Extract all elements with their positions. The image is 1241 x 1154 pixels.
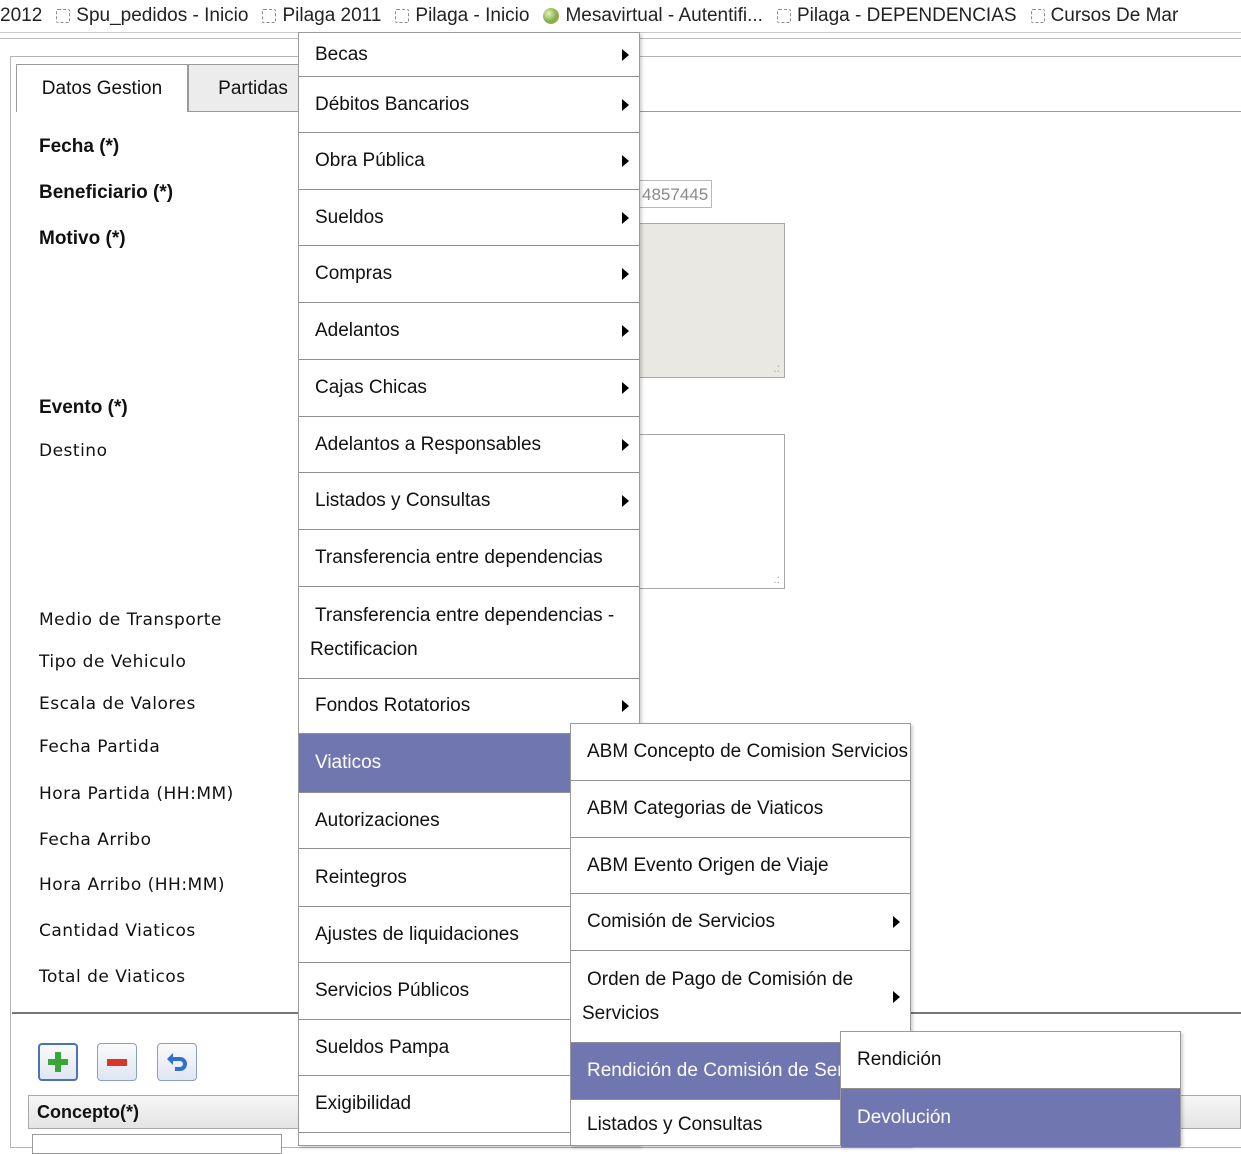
remove-button[interactable]	[97, 1043, 137, 1081]
label-fecha-arribo: Fecha Arribo	[39, 830, 152, 850]
menu-item-rendicion[interactable]: Rendición	[841, 1032, 1180, 1089]
menu-item-abm-categorias[interactable]: ABM Categorias de Viaticos	[571, 781, 910, 838]
menu-item-devolucion[interactable]: Devolución	[841, 1089, 1180, 1147]
menu-item-abm-concepto[interactable]: ABM Concepto de Comision Servicios	[571, 724, 910, 781]
minus-icon	[107, 1059, 127, 1066]
add-button[interactable]	[38, 1043, 78, 1081]
label-motivo: Motivo (*)	[39, 228, 126, 249]
destino-textarea[interactable]: .:	[636, 434, 785, 589]
menu-item-debitos-bancarios[interactable]: Débitos Bancarios	[299, 77, 639, 133]
menu-item-transferencia[interactable]: Transferencia entre dependencias	[299, 530, 639, 587]
undo-icon	[167, 1053, 187, 1071]
menu-item-transferencia-rectificacion[interactable]: Transferencia entre dependencias - Rectif…	[299, 587, 639, 679]
label-hora-arribo: Hora Arribo (HH:MM)	[39, 875, 226, 895]
page-icon	[1030, 9, 1045, 23]
bookmark-2012[interactable]: 2012	[0, 5, 42, 27]
motivo-textarea[interactable]: .:	[636, 223, 785, 378]
bookmark-mesavirtual[interactable]: Mesavirtual - Autentifi...	[543, 5, 763, 27]
menu-item-listados-consultas[interactable]: Listados y Consultas	[299, 473, 639, 530]
bookmark-pilaga-dependencias[interactable]: Pilaga - DEPENDENCIAS	[776, 5, 1017, 27]
plus-icon	[48, 1052, 68, 1072]
page-icon	[776, 9, 791, 23]
menu-item-obra-publica[interactable]: Obra Pública	[299, 133, 639, 190]
label-medio-transporte: Medio de Transporte	[39, 610, 222, 630]
label-total-viaticos: Total de Viaticos	[39, 967, 186, 987]
chevron-right-icon	[622, 268, 629, 280]
label-beneficiario: Beneficiario (*)	[39, 182, 174, 203]
chevron-right-icon	[622, 325, 629, 337]
menu-item-abm-evento[interactable]: ABM Evento Origen de Viaje	[571, 838, 910, 894]
bookmark-pilaga-inicio[interactable]: Pilaga - Inicio	[395, 5, 529, 27]
undo-button[interactable]	[157, 1043, 197, 1081]
beneficiario-field[interactable]: 4857445	[640, 180, 712, 208]
globe-icon	[543, 8, 560, 24]
label-hora-partida: Hora Partida (HH:MM)	[39, 784, 234, 804]
chevron-right-icon	[622, 155, 629, 167]
tab-datos-gestion[interactable]: Datos Gestion	[16, 64, 188, 112]
chevron-right-icon	[893, 916, 900, 928]
bookmarks-bar: 2012 Spu_pedidos - Inicio Pilaga 2011 Pi…	[0, 0, 1241, 33]
menu-item-adelantos[interactable]: Adelantos	[299, 303, 639, 360]
chevron-right-icon	[622, 211, 629, 224]
label-destino: Destino	[39, 441, 108, 461]
menu-item-sueldos[interactable]: Sueldos	[299, 190, 639, 246]
chevron-right-icon	[622, 700, 629, 712]
chevron-right-icon	[622, 495, 629, 507]
rendicion-submenu: Rendición Devolución	[840, 1031, 1181, 1147]
page-icon	[56, 9, 71, 23]
menu-item-comision-servicios[interactable]: Comisión de Servicios	[571, 894, 910, 951]
menu-item-compras[interactable]: Compras	[299, 246, 639, 303]
menu-item-becas[interactable]: Becas	[299, 33, 639, 77]
concepto-combo[interactable]	[32, 1134, 282, 1154]
chevron-right-icon	[622, 438, 629, 451]
label-tipo-vehiculo: Tipo de Vehiculo	[39, 652, 187, 672]
page-icon	[395, 9, 410, 23]
resize-grip-icon[interactable]: .:	[773, 362, 780, 374]
label-evento: Evento (*)	[39, 397, 128, 418]
page-icon	[262, 9, 277, 23]
chevron-right-icon	[622, 382, 629, 394]
bookmark-spu-pedidos[interactable]: Spu_pedidos - Inicio	[56, 5, 248, 27]
label-cantidad-viaticos: Cantidad Viaticos	[39, 921, 196, 941]
menu-item-orden-pago-comision[interactable]: Orden de Pago de Comisión de Servicios	[571, 951, 910, 1043]
chevron-right-icon	[622, 48, 629, 61]
label-fecha: Fecha (*)	[39, 136, 120, 157]
bookmark-cursos[interactable]: Cursos De Mar	[1030, 5, 1178, 27]
menu-item-adelantos-responsables[interactable]: Adelantos a Responsables	[299, 417, 639, 473]
chevron-right-icon	[622, 98, 629, 111]
chevron-right-icon	[893, 990, 900, 1003]
bookmark-pilaga-2011[interactable]: Pilaga 2011	[262, 5, 381, 27]
resize-grip-icon[interactable]: .:	[773, 573, 780, 585]
label-fecha-partida: Fecha Partida	[39, 737, 161, 757]
label-escala-valores: Escala de Valores	[39, 694, 196, 714]
menu-item-cajas-chicas[interactable]: Cajas Chicas	[299, 360, 639, 417]
